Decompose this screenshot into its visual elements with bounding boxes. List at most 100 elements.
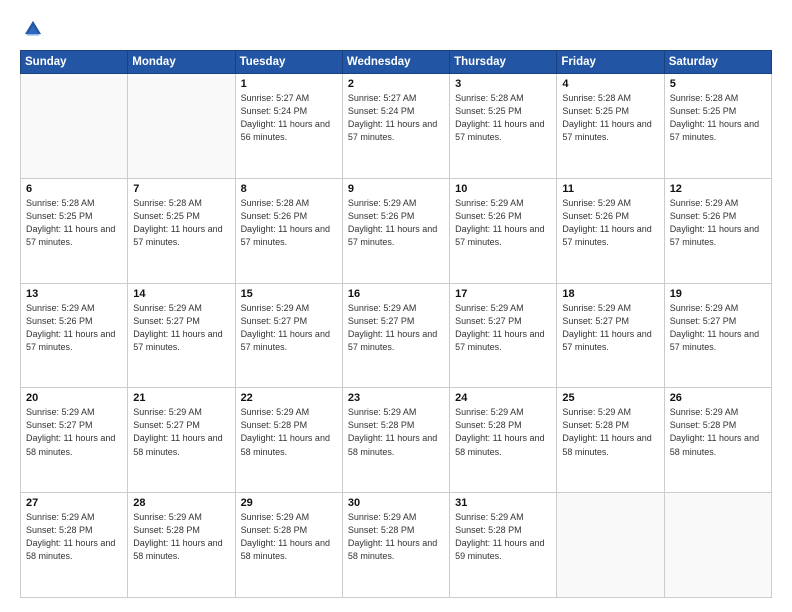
day-info: Sunrise: 5:29 AM Sunset: 5:27 PM Dayligh… [241,302,337,354]
day-info: Sunrise: 5:29 AM Sunset: 5:28 PM Dayligh… [241,511,337,563]
calendar-day-cell: 18 Sunrise: 5:29 AM Sunset: 5:27 PM Dayli… [557,283,664,388]
day-number: 8 [241,183,337,195]
day-number: 27 [26,497,122,509]
day-info: Sunrise: 5:29 AM Sunset: 5:27 PM Dayligh… [133,302,229,354]
day-info: Sunrise: 5:28 AM Sunset: 5:25 PM Dayligh… [26,197,122,249]
day-number: 9 [348,183,444,195]
day-number: 2 [348,78,444,90]
day-number: 28 [133,497,229,509]
day-info: Sunrise: 5:29 AM Sunset: 5:27 PM Dayligh… [670,302,766,354]
day-info: Sunrise: 5:29 AM Sunset: 5:26 PM Dayligh… [455,197,551,249]
day-info: Sunrise: 5:29 AM Sunset: 5:27 PM Dayligh… [348,302,444,354]
day-number: 7 [133,183,229,195]
calendar-day-header: Wednesday [342,51,449,74]
day-number: 22 [241,392,337,404]
day-info: Sunrise: 5:29 AM Sunset: 5:27 PM Dayligh… [133,406,229,458]
day-number: 5 [670,78,766,90]
day-info: Sunrise: 5:29 AM Sunset: 5:28 PM Dayligh… [455,406,551,458]
calendar-day-header: Thursday [450,51,557,74]
day-number: 13 [26,288,122,300]
logo-icon [22,18,44,40]
day-info: Sunrise: 5:29 AM Sunset: 5:27 PM Dayligh… [455,302,551,354]
day-info: Sunrise: 5:29 AM Sunset: 5:28 PM Dayligh… [455,511,551,563]
calendar-week-row: 20 Sunrise: 5:29 AM Sunset: 5:27 PM Dayli… [21,388,772,493]
day-number: 10 [455,183,551,195]
calendar-day-cell: 29Sunrise: 5:29 AM Sunset: 5:28 PM Dayli… [235,493,342,598]
day-info: Sunrise: 5:29 AM Sunset: 5:26 PM Dayligh… [562,197,658,249]
calendar-day-cell: 24Sunrise: 5:29 AM Sunset: 5:28 PM Dayli… [450,388,557,493]
day-info: Sunrise: 5:28 AM Sunset: 5:25 PM Dayligh… [133,197,229,249]
header [20,18,772,40]
day-number: 6 [26,183,122,195]
calendar-day-cell: 15 Sunrise: 5:29 AM Sunset: 5:27 PM Dayli… [235,283,342,388]
calendar-week-row: 13 Sunrise: 5:29 AM Sunset: 5:26 PM Dayli… [21,283,772,388]
calendar-day-cell: 17 Sunrise: 5:29 AM Sunset: 5:27 PM Dayli… [450,283,557,388]
day-number: 23 [348,392,444,404]
day-info: Sunrise: 5:29 AM Sunset: 5:26 PM Dayligh… [26,302,122,354]
calendar-week-row: 1 Sunrise: 5:27 AM Sunset: 5:24 PM Daylig… [21,74,772,179]
calendar-day-cell: 14 Sunrise: 5:29 AM Sunset: 5:27 PM Dayli… [128,283,235,388]
calendar-day-cell: 1 Sunrise: 5:27 AM Sunset: 5:24 PM Daylig… [235,74,342,179]
calendar-day-cell: 4 Sunrise: 5:28 AM Sunset: 5:25 PM Daylig… [557,74,664,179]
page: SundayMondayTuesdayWednesdayThursdayFrid… [0,0,792,612]
calendar-day-cell: 11 Sunrise: 5:29 AM Sunset: 5:26 PM Dayli… [557,178,664,283]
calendar-day-cell: 19Sunrise: 5:29 AM Sunset: 5:27 PM Dayli… [664,283,771,388]
day-info: Sunrise: 5:29 AM Sunset: 5:28 PM Dayligh… [670,406,766,458]
calendar-day-header: Tuesday [235,51,342,74]
calendar-day-cell: 28 Sunrise: 5:29 AM Sunset: 5:28 PM Dayli… [128,493,235,598]
calendar-header-row: SundayMondayTuesdayWednesdayThursdayFrid… [21,51,772,74]
day-number: 31 [455,497,551,509]
day-number: 17 [455,288,551,300]
calendar-day-cell [557,493,664,598]
day-info: Sunrise: 5:28 AM Sunset: 5:26 PM Dayligh… [241,197,337,249]
calendar-day-cell: 27 Sunrise: 5:29 AM Sunset: 5:28 PM Dayli… [21,493,128,598]
day-info: Sunrise: 5:29 AM Sunset: 5:27 PM Dayligh… [562,302,658,354]
calendar-day-cell: 26 Sunrise: 5:29 AM Sunset: 5:28 PM Dayli… [664,388,771,493]
calendar-day-cell [664,493,771,598]
day-info: Sunrise: 5:29 AM Sunset: 5:28 PM Dayligh… [133,511,229,563]
day-info: Sunrise: 5:29 AM Sunset: 5:27 PM Dayligh… [26,406,122,458]
day-number: 16 [348,288,444,300]
day-number: 18 [562,288,658,300]
day-number: 15 [241,288,337,300]
calendar-day-cell: 13 Sunrise: 5:29 AM Sunset: 5:26 PM Dayli… [21,283,128,388]
calendar-day-header: Sunday [21,51,128,74]
day-info: Sunrise: 5:29 AM Sunset: 5:28 PM Dayligh… [348,511,444,563]
logo [20,18,48,40]
calendar-day-cell: 2 Sunrise: 5:27 AM Sunset: 5:24 PM Daylig… [342,74,449,179]
calendar-day-header: Monday [128,51,235,74]
day-info: Sunrise: 5:29 AM Sunset: 5:28 PM Dayligh… [26,511,122,563]
day-info: Sunrise: 5:29 AM Sunset: 5:28 PM Dayligh… [562,406,658,458]
day-info: Sunrise: 5:29 AM Sunset: 5:26 PM Dayligh… [670,197,766,249]
calendar-day-cell: 23Sunrise: 5:29 AM Sunset: 5:28 PM Dayli… [342,388,449,493]
calendar-day-cell: 6 Sunrise: 5:28 AM Sunset: 5:25 PM Daylig… [21,178,128,283]
day-number: 3 [455,78,551,90]
calendar-day-cell: 21 Sunrise: 5:29 AM Sunset: 5:27 PM Dayli… [128,388,235,493]
day-info: Sunrise: 5:28 AM Sunset: 5:25 PM Dayligh… [455,92,551,144]
day-info: Sunrise: 5:29 AM Sunset: 5:28 PM Dayligh… [241,406,337,458]
day-info: Sunrise: 5:28 AM Sunset: 5:25 PM Dayligh… [562,92,658,144]
calendar-week-row: 27 Sunrise: 5:29 AM Sunset: 5:28 PM Dayli… [21,493,772,598]
day-number: 4 [562,78,658,90]
day-number: 26 [670,392,766,404]
calendar-day-cell: 25 Sunrise: 5:29 AM Sunset: 5:28 PM Dayli… [557,388,664,493]
day-number: 1 [241,78,337,90]
day-info: Sunrise: 5:28 AM Sunset: 5:25 PM Dayligh… [670,92,766,144]
calendar-day-cell [128,74,235,179]
calendar-day-cell: 10 Sunrise: 5:29 AM Sunset: 5:26 PM Dayli… [450,178,557,283]
calendar-day-header: Saturday [664,51,771,74]
day-number: 30 [348,497,444,509]
calendar-day-cell: 31 Sunrise: 5:29 AM Sunset: 5:28 PM Dayli… [450,493,557,598]
calendar-day-cell: 16 Sunrise: 5:29 AM Sunset: 5:27 PM Dayli… [342,283,449,388]
day-number: 25 [562,392,658,404]
calendar-day-cell: 22 Sunrise: 5:29 AM Sunset: 5:28 PM Dayli… [235,388,342,493]
day-info: Sunrise: 5:27 AM Sunset: 5:24 PM Dayligh… [241,92,337,144]
day-number: 20 [26,392,122,404]
calendar-day-cell [21,74,128,179]
day-info: Sunrise: 5:29 AM Sunset: 5:26 PM Dayligh… [348,197,444,249]
day-number: 14 [133,288,229,300]
day-info: Sunrise: 5:27 AM Sunset: 5:24 PM Dayligh… [348,92,444,144]
calendar-day-cell: 7 Sunrise: 5:28 AM Sunset: 5:25 PM Daylig… [128,178,235,283]
day-number: 11 [562,183,658,195]
day-number: 21 [133,392,229,404]
